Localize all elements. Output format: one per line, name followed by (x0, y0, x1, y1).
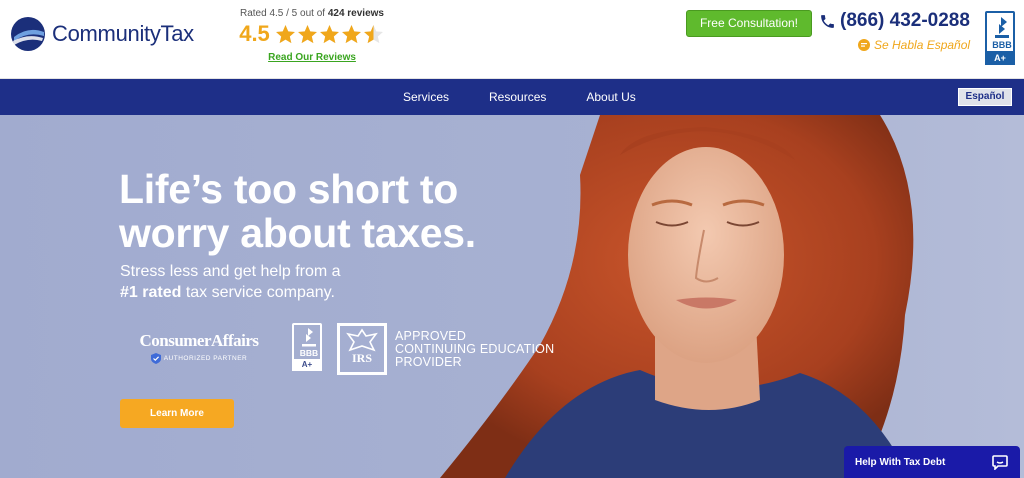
shield-check-icon (150, 353, 161, 364)
hero-sub-line2: tax service company. (181, 284, 335, 301)
star-icon (297, 24, 317, 43)
nav-item-resources[interactable]: Resources (469, 79, 566, 115)
rating-count: 424 reviews (327, 8, 384, 19)
rating-summary: Rated 4.5 / 5 out of 424 reviews (232, 8, 392, 19)
phone-link[interactable]: (866) 432-0288 (819, 10, 970, 32)
consumer-affairs-name: ConsumerAffairs (139, 331, 259, 350)
hero-headline: Life’s too short to worry about taxes. (119, 166, 476, 256)
spanish-note: Se Habla Español (874, 38, 971, 52)
irs-logo: IRS (337, 323, 387, 375)
language-toggle-button[interactable]: Español (958, 88, 1012, 106)
site-header: CommunityTax Rated 4.5 / 5 out of 424 re… (0, 0, 1024, 79)
brand-logo[interactable]: CommunityTax (8, 12, 208, 56)
logo-swoosh-icon (11, 17, 45, 51)
hero-section: Life’s too short to worry about taxes. S… (0, 115, 1024, 478)
phone-icon (821, 14, 834, 28)
irs-approved-badge[interactable]: IRS APPROVED CONTINUING EDUCATION PROVID… (337, 323, 557, 375)
star-icon (319, 24, 339, 43)
irs-line2: CONTINUING EDUCATION (395, 341, 555, 356)
star-icon (341, 24, 361, 43)
bbb-torch-icon: BBB (992, 17, 1012, 50)
irs-line3: PROVIDER (395, 354, 462, 369)
learn-more-button[interactable]: Learn More (120, 399, 234, 428)
chat-widget-button[interactable]: Help With Tax Debt (844, 446, 1020, 478)
hero-bbb-grade: A+ (292, 359, 322, 371)
consumer-affairs-badge[interactable]: ConsumerAffairs AUTHORIZED PARTNER (119, 331, 279, 364)
chat-widget-label: Help With Tax Debt (855, 456, 946, 468)
bbb-torch-icon: BBB (300, 328, 318, 358)
star-icon (363, 24, 383, 43)
free-consultation-button[interactable]: Free Consultation! (686, 10, 812, 37)
phone-number: (866) 432-0288 (840, 10, 970, 31)
hero-sub-bold: #1 rated (120, 284, 182, 301)
rating-score: 4.5 (239, 21, 270, 46)
consumer-affairs-tagline: AUTHORIZED PARTNER (163, 355, 248, 362)
rating-stars (275, 24, 385, 45)
bbb-grade: A+ (985, 51, 1015, 65)
rating-widget: Rated 4.5 / 5 out of 424 reviews 4.5 Rea… (232, 8, 392, 65)
main-nav: Services Resources About Us Español (0, 79, 1024, 115)
star-icon (275, 24, 295, 43)
bbb-label: BBB (992, 40, 1012, 50)
trust-badges: ConsumerAffairs AUTHORIZED PARTNER BBB A… (119, 323, 559, 375)
irs-line1: APPROVED (395, 328, 467, 343)
hero-sub-line1: Stress less and get help from a (120, 263, 341, 280)
nav-item-about-us[interactable]: About Us (566, 79, 655, 115)
irs-approval-text: APPROVED CONTINUING EDUCATION PROVIDER (395, 328, 555, 369)
speech-bubble-icon (858, 39, 870, 51)
read-reviews-link[interactable]: Read Our Reviews (268, 52, 356, 63)
hero-bbb-label: BBB (300, 348, 318, 358)
brand-name: CommunityTax (52, 21, 194, 46)
rating-prefix: Rated 4.5 / 5 out of (239, 8, 326, 19)
nav-item-services[interactable]: Services (383, 79, 469, 115)
spanish-support: Se Habla Español (858, 38, 970, 52)
hero-subheadline: Stress less and get help from a #1 rated… (120, 261, 420, 303)
bbb-badge[interactable]: BBB A+ (985, 11, 1015, 65)
irs-logo-text: IRS (352, 351, 373, 365)
hero-bbb-badge[interactable]: BBB A+ (292, 323, 322, 371)
chat-bubble-icon (992, 455, 1008, 470)
